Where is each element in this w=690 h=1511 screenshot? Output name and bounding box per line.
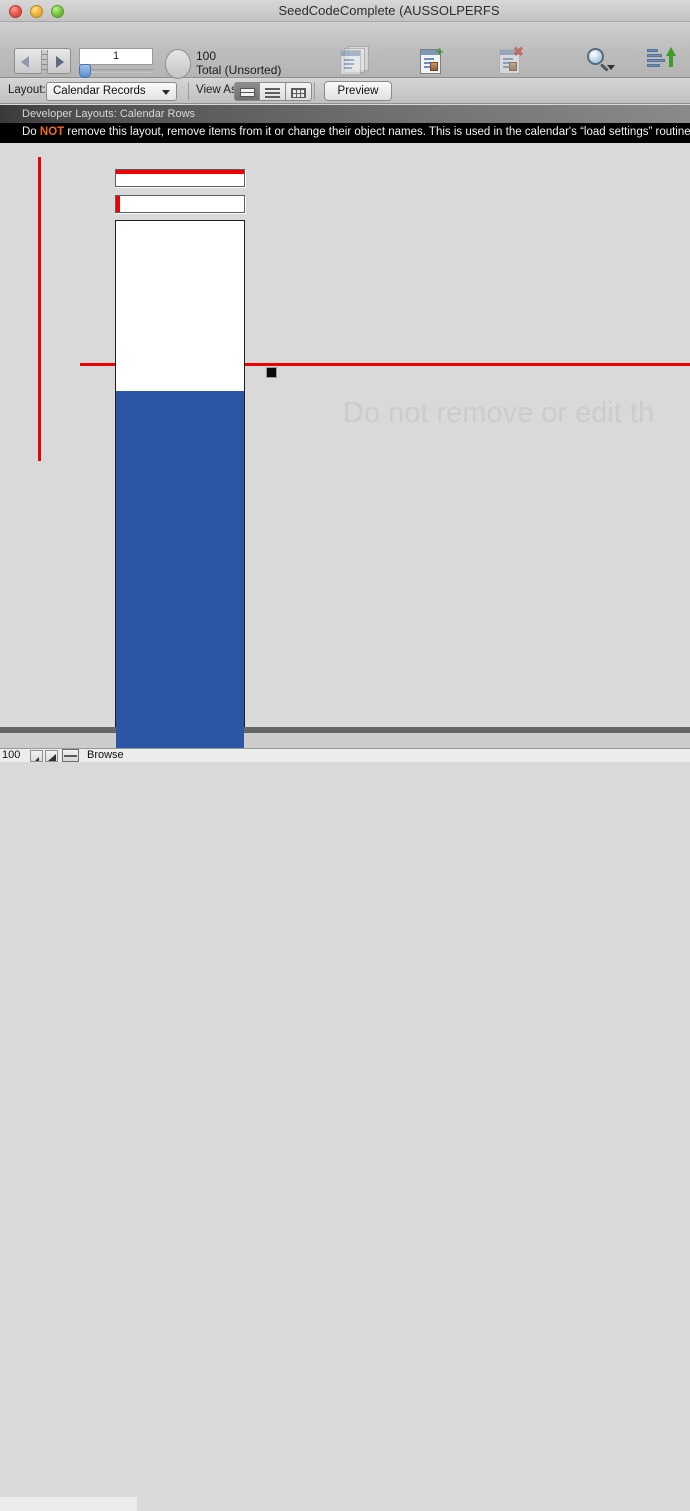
developer-warning-banner: Do NOT remove this layout, remove items … xyxy=(0,123,690,143)
view-table-button[interactable] xyxy=(286,82,312,101)
show-all-icon xyxy=(340,46,372,76)
layout-select[interactable]: Calendar Records xyxy=(46,82,177,101)
developer-layouts-title: Developer Layouts: Calendar Rows xyxy=(22,108,196,120)
layout-bar: Layout: Calendar Records View As: Previe… xyxy=(0,79,690,104)
field-one-accent-bar xyxy=(116,170,244,174)
form-view-icon xyxy=(240,88,255,97)
record-sort-status: Total (Unsorted) xyxy=(196,63,282,77)
view-form-button[interactable] xyxy=(234,82,260,101)
next-record-icon[interactable] xyxy=(56,56,64,68)
record-total-count: 100 xyxy=(196,49,217,63)
search-icon xyxy=(582,46,615,76)
status-bar: 100 Browse xyxy=(0,748,690,1511)
layout-bottom-zone xyxy=(0,733,690,748)
canvas-watermark: Do not remove or edit th xyxy=(343,397,655,429)
zoom-level-label: 100 xyxy=(2,749,21,761)
layout-select-value: Calendar Records xyxy=(53,85,146,97)
main-toolbar: 1 100 Total (Unsorted) Records Show All xyxy=(0,22,690,95)
field-one[interactable] xyxy=(115,169,245,187)
warning-text-post: remove this layout, remove items from it… xyxy=(64,126,690,138)
warning-text-pre: Do xyxy=(22,126,40,138)
layout-label: Layout: xyxy=(8,84,46,96)
view-list-button[interactable] xyxy=(260,82,286,101)
vertical-guide-line xyxy=(38,157,41,461)
divider xyxy=(188,82,189,100)
warning-emphasis: NOT xyxy=(39,126,65,138)
sort-icon xyxy=(645,46,677,76)
zoom-in-icon xyxy=(48,754,56,761)
layout-canvas[interactable]: Do not remove or edit th xyxy=(0,144,690,727)
list-view-icon xyxy=(265,88,280,98)
field-two[interactable] xyxy=(115,195,245,213)
plus-badge-icon: + xyxy=(435,44,444,59)
view-mode-group xyxy=(234,82,312,101)
chevron-down-icon[interactable] xyxy=(607,65,615,70)
divider xyxy=(314,82,315,100)
record-navigation-book[interactable] xyxy=(14,48,71,74)
window-title: SeedCodeComplete (AUSSOLPERFS xyxy=(278,3,500,18)
preview-button[interactable]: Preview xyxy=(324,81,392,101)
delete-badge-icon: ✖ xyxy=(513,44,524,59)
zoom-out-button[interactable] xyxy=(30,750,43,762)
chevron-down-icon xyxy=(162,90,170,95)
window-title-bar: SeedCodeComplete (AUSSOLPERFS xyxy=(0,0,690,22)
status-toolbar-toggle[interactable] xyxy=(62,749,79,762)
selection-handle[interactable] xyxy=(266,367,277,378)
new-record-icon: + xyxy=(418,44,450,76)
mode-label: Browse xyxy=(87,749,124,761)
blue-fill-region xyxy=(116,391,244,727)
previous-record-icon[interactable] xyxy=(21,56,29,68)
delete-record-icon: ✖ xyxy=(497,44,529,76)
main-content-box[interactable] xyxy=(115,220,245,727)
field-two-accent-bar xyxy=(116,196,120,212)
developer-layouts-header: Developer Layouts: Calendar Rows xyxy=(0,105,690,123)
pie-progress-icon xyxy=(165,49,191,79)
zoom-out-icon xyxy=(35,757,39,761)
developer-warning-text: Do NOT remove this layout, remove items … xyxy=(22,126,690,138)
table-view-icon xyxy=(291,88,306,98)
zoom-in-button[interactable] xyxy=(45,750,58,762)
record-slider-thumb[interactable] xyxy=(79,64,91,78)
book-spine-icon xyxy=(41,50,48,74)
record-number-input[interactable]: 1 xyxy=(79,48,153,65)
